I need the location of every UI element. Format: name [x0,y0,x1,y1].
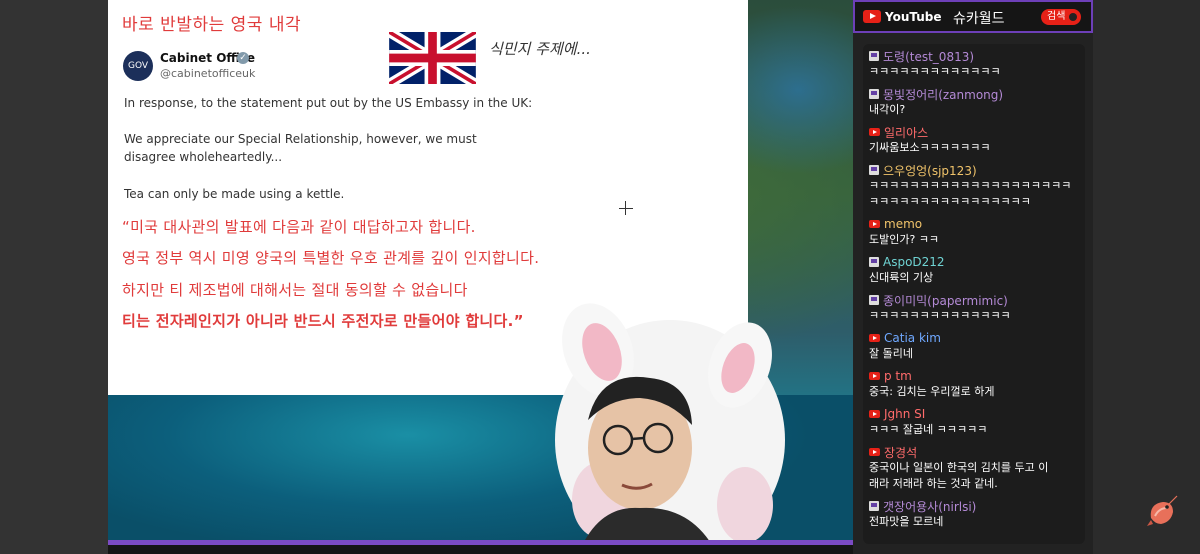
chat-username[interactable]: 몽빛정어리(zanmong) [883,86,1003,103]
chat-message-header: AspoD212 [869,254,1081,270]
chat-text: 신대륙의 기상 [869,271,934,284]
chat-text: ㅋㅋㅋㅋㅋㅋㅋㅋㅋㅋㅋㅋㅋㅋㅋㅋ [869,195,1031,208]
search-button[interactable]: 검색 [1041,9,1081,25]
chat-text: 전파맛을 모르네 [869,515,944,528]
youtube-icon [869,128,880,136]
chat-text: ㅋㅋㅋㅋㅋㅋㅋㅋㅋㅋㅋㅋㅋㅋ [869,309,1011,322]
chat-header: YouTube 슈카월드 검색 [853,0,1093,33]
heart-icon [1069,13,1077,21]
chat-username[interactable]: 일리아스 [884,124,928,141]
chat-message: 갯장어용사(nirlsi) 전파맛을 모르네 [869,498,1081,530]
search-button-label: 검색 [1047,11,1066,22]
youtube-icon [869,448,880,456]
account-avatar: GOV [123,51,153,81]
chat-username[interactable]: 으우엉엉(sjp123) [883,162,977,179]
uk-flag-icon [389,32,476,84]
chat-message-list[interactable]: 도령(test_0813) ㅋㅋㅋㅋㅋㅋㅋㅋㅋㅋㅋㅋㅋ 몽빛정어리(zanmong)… [863,44,1085,544]
chat-text: ㅋㅋㅋ 잘굽네 ㅋㅋㅋㅋㅋ [869,423,988,436]
shrimp-logo-icon [1147,495,1178,526]
chat-message-header: Jghn SI [869,406,1081,422]
chat-text: 잘 돌리네 [869,347,913,360]
twitch-icon [869,257,879,267]
chat-panel: YouTube 슈카월드 검색 도령(test_0813) ㅋㅋㅋㅋㅋㅋㅋㅋㅋㅋㅋ… [853,0,1093,554]
translation-line: 영국 정부 역시 미영 양국의 특별한 우호 관계를 깊이 인지합니다. [122,249,540,267]
chat-text: 내각이? [869,103,906,116]
youtube-icon [869,372,880,380]
translation-line-bold: 티는 전자레인지가 아니라 반드시 주전자로 만들어야 합니다.” [122,312,524,330]
chat-message: Jghn SI ㅋㅋㅋ 잘굽네 ㅋㅋㅋㅋㅋ [869,406,1081,438]
chat-username[interactable]: 장경석 [884,444,917,461]
tweet-text-line: In response, to the statement put out by… [124,96,533,110]
translation-line: 하지만 티 제조법에 대해서는 절대 동의할 수 없습니다 [122,281,468,299]
chat-message-header: 갯장어용사(nirlsi) [869,498,1081,514]
chat-message: 종이미믹(papermimic) ㅋㅋㅋㅋㅋㅋㅋㅋㅋㅋㅋㅋㅋㅋ [869,292,1081,324]
chat-username[interactable]: Jghn SI [884,407,925,421]
twitch-icon [869,165,879,175]
chat-text: 중국이나 일본이 한국의 김치를 두고 이 [869,461,1049,474]
chat-message: 일리아스 기싸움보소ㅋㅋㅋㅋㅋㅋㅋ [869,124,1081,156]
channel-name: 슈카월드 [953,11,1005,27]
twitch-icon [869,295,879,305]
streamer-webcam [555,303,785,550]
chat-message: 으우엉엉(sjp123) ㅋㅋㅋㅋㅋㅋㅋㅋㅋㅋㅋㅋㅋㅋㅋㅋㅋㅋㅋㅋ ㅋㅋㅋㅋㅋㅋㅋㅋ… [869,162,1081,210]
chat-text: ㅋㅋㅋㅋㅋㅋㅋㅋㅋㅋㅋㅋㅋ [869,65,1001,78]
chat-message: Catia kim 잘 돌리네 [869,330,1081,362]
chat-message: AspoD212 신대륙의 기상 [869,254,1081,286]
left-border [0,0,108,554]
chat-username[interactable]: memo [884,217,922,231]
chat-message: p tm 중국: 김치는 우리껄로 하게 [869,368,1081,400]
account-handle: @cabinetofficeuk [160,67,256,80]
tweet-text-line: We appreciate our Special Relationship, … [124,132,477,164]
chat-message: memo 도발인가? ㅋㅋ [869,216,1081,248]
translation-line: “미국 대사관의 발표에 다음과 같이 대답하고자 합니다. [122,218,476,236]
youtube-icon [869,220,880,228]
chat-text: ㅋㅋㅋㅋㅋㅋㅋㅋㅋㅋㅋㅋㅋㅋㅋㅋㅋㅋㅋㅋ [869,179,1072,192]
chat-message-header: 몽빛정어리(zanmong) [869,86,1081,102]
youtube-logo-icon [863,10,881,23]
chat-text: 래라 저래라 하는 것과 같네. [869,477,998,490]
chat-message-header: memo [869,216,1081,232]
chat-message-header: 으우엉엉(sjp123) [869,162,1081,178]
chat-message-header: 장경석 [869,444,1081,460]
caption-text: 식민지 주제에... [489,40,591,58]
chat-message-header: p tm [869,368,1081,384]
chat-message-header: 일리아스 [869,124,1081,140]
chat-message-header: Catia kim [869,330,1081,346]
crosshair-cursor-icon [619,201,633,215]
chat-username[interactable]: Catia kim [884,331,941,345]
verified-badge-icon: ✓ [237,52,249,64]
chat-message: 장경석 중국이나 일본이 한국의 김치를 두고 이래라 저래라 하는 것과 같네. [869,444,1081,492]
youtube-icon [869,410,880,418]
twitch-icon [869,51,879,61]
chat-message: 도령(test_0813) ㅋㅋㅋㅋㅋㅋㅋㅋㅋㅋㅋㅋㅋ [869,48,1081,80]
chat-username[interactable]: p tm [884,369,912,383]
headline: 바로 반발하는 영국 내각 [122,15,302,35]
youtube-icon [869,334,880,342]
chat-username[interactable]: AspoD212 [883,255,945,269]
twitch-icon [869,89,879,99]
tweet-text-line: Tea can only be made using a kettle. [124,187,345,201]
chat-username[interactable]: 갯장어용사(nirlsi) [883,498,976,515]
stream-bottom-border [108,545,853,554]
platform-label: YouTube [885,10,942,24]
right-dark-margin [1093,0,1200,554]
avatar-crest-icon: GOV [127,61,149,71]
chat-text: 중국: 김치는 우리껄로 하게 [869,385,995,398]
chat-message-header: 종이미믹(papermimic) [869,292,1081,308]
chat-username[interactable]: 도령(test_0813) [883,48,974,65]
chat-text: 기싸움보소ㅋㅋㅋㅋㅋㅋㅋ [869,141,991,154]
twitch-icon [869,501,879,511]
chat-username[interactable]: 종이미믹(papermimic) [883,292,1008,309]
chat-message-header: 도령(test_0813) [869,48,1081,64]
chat-text: 도발인가? ㅋㅋ [869,233,940,246]
chat-message: 몽빛정어리(zanmong) 내각이? [869,86,1081,118]
